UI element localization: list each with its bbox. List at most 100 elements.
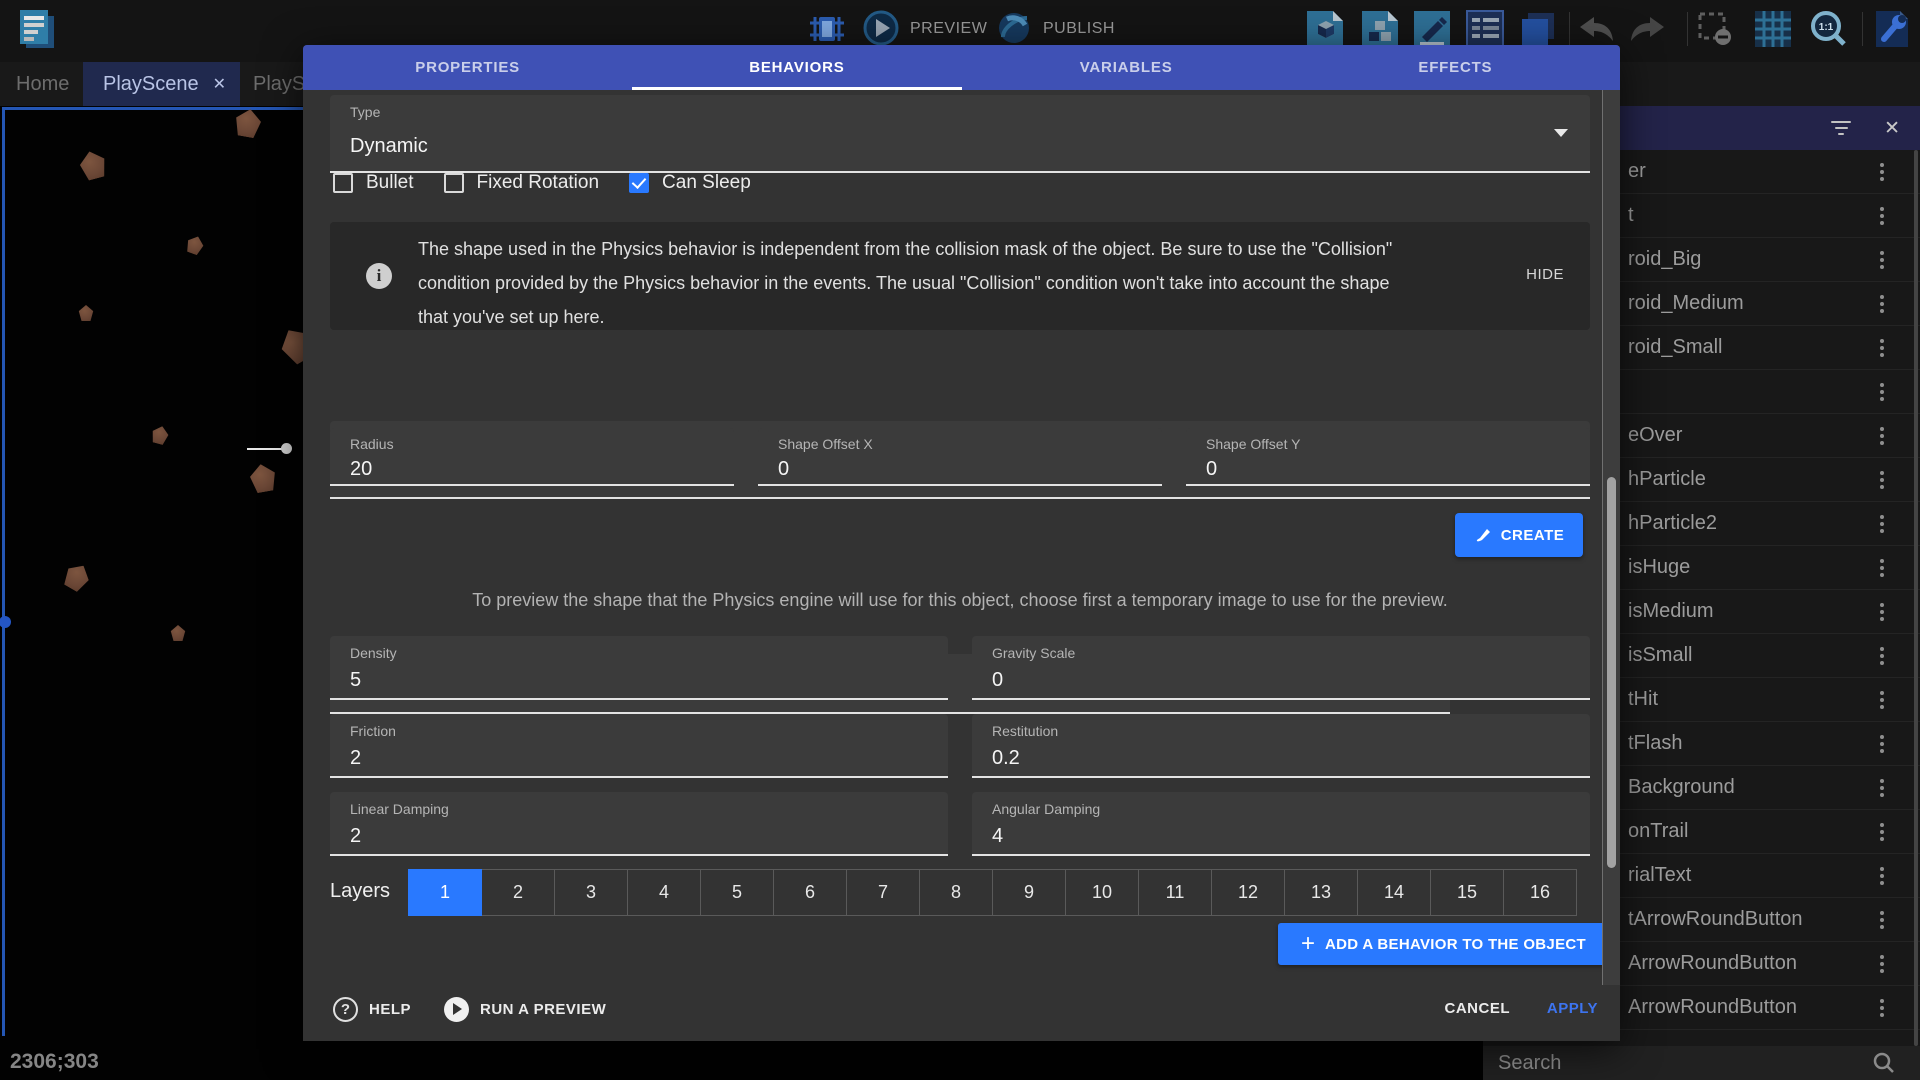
field-value: 2	[350, 747, 361, 770]
input-linear-damping[interactable]: Linear Damping2	[330, 792, 948, 856]
dialog-tab-variables[interactable]: VARIABLES	[962, 45, 1291, 90]
cancel-button[interactable]: CANCEL	[1445, 1000, 1511, 1017]
more-options-icon[interactable]	[1880, 735, 1884, 753]
measure-dot[interactable]	[281, 443, 292, 454]
redo-icon[interactable]	[1628, 14, 1666, 44]
checkbox-can-sleep[interactable]: Can Sleep	[629, 172, 751, 194]
preview-button[interactable]: PREVIEW	[910, 20, 987, 38]
more-options-icon[interactable]	[1880, 955, 1884, 973]
tab-playscene[interactable]: PlayScene ✕	[83, 62, 240, 106]
more-options-icon[interactable]	[1880, 867, 1884, 885]
dialog-tab-effects[interactable]: EFFECTS	[1291, 45, 1620, 90]
checkbox-box-fixed-rotation[interactable]	[444, 173, 464, 193]
help-icon[interactable]: ?	[333, 997, 358, 1022]
layers-icon[interactable]	[1518, 9, 1558, 49]
more-options-icon[interactable]	[1880, 383, 1884, 401]
more-options-icon[interactable]	[1880, 911, 1884, 929]
more-options-icon[interactable]	[1880, 559, 1884, 577]
field-label: Density	[350, 645, 397, 661]
more-options-icon[interactable]	[1880, 427, 1884, 445]
layer-button-11[interactable]: 11	[1138, 869, 1212, 916]
search-input[interactable]	[1496, 1051, 1840, 1076]
layer-button-8[interactable]: 8	[919, 869, 993, 916]
preview-play-icon[interactable]	[862, 9, 900, 47]
input-gravity-scale[interactable]: Gravity Scale0	[972, 636, 1590, 700]
layer-button-6[interactable]: 6	[773, 869, 847, 916]
grid-icon[interactable]	[1753, 9, 1793, 49]
layer-button-10[interactable]: 10	[1065, 869, 1139, 916]
search-icon	[1872, 1051, 1896, 1075]
layer-button-5[interactable]: 5	[700, 869, 774, 916]
zoom-one-to-one-icon[interactable]: 1:1	[1808, 9, 1848, 49]
publish-button[interactable]: PUBLISH	[1043, 20, 1115, 38]
edit-pencil-icon[interactable]	[1412, 9, 1452, 49]
more-options-icon[interactable]	[1880, 779, 1884, 797]
selection-handle[interactable]	[0, 616, 11, 628]
scene-cube-icon[interactable]	[1305, 9, 1345, 49]
apply-button[interactable]: APPLY	[1547, 1000, 1598, 1017]
layer-button-1[interactable]: 1	[408, 869, 482, 916]
more-options-icon[interactable]	[1880, 823, 1884, 841]
more-options-icon[interactable]	[1880, 647, 1884, 665]
events-sheet-icon[interactable]	[1465, 9, 1505, 49]
layer-button-4[interactable]: 4	[627, 869, 701, 916]
more-options-icon[interactable]	[1880, 515, 1884, 533]
layer-button-12[interactable]: 12	[1211, 869, 1285, 916]
layer-button-2[interactable]: 2	[481, 869, 555, 916]
tab-playscene-events[interactable]: PlayS	[253, 62, 305, 106]
layer-button-3[interactable]: 3	[554, 869, 628, 916]
more-options-icon[interactable]	[1880, 207, 1884, 225]
dialog-tab-properties[interactable]: PROPERTIES	[303, 45, 632, 90]
dialog-tab-behaviors[interactable]: BEHAVIORS	[632, 45, 961, 90]
more-options-icon[interactable]	[1880, 603, 1884, 621]
filter-icon[interactable]	[1830, 121, 1852, 135]
more-options-icon[interactable]	[1880, 251, 1884, 269]
create-button[interactable]: CREATE	[1455, 513, 1583, 557]
input-density[interactable]: Density5	[330, 636, 948, 700]
layer-button-9[interactable]: 9	[992, 869, 1066, 916]
asteroid-sprite	[149, 424, 171, 446]
checkbox-label: Fixed Rotation	[477, 172, 600, 194]
input-friction[interactable]: Friction2	[330, 714, 948, 778]
layer-button-13[interactable]: 13	[1284, 869, 1358, 916]
add-behavior-button[interactable]: + ADD A BEHAVIOR TO THE OBJECT	[1278, 923, 1609, 965]
tab-close-icon[interactable]: ✕	[213, 74, 226, 94]
more-options-icon[interactable]	[1880, 295, 1884, 313]
more-options-icon[interactable]	[1880, 471, 1884, 489]
undo-icon[interactable]	[1578, 14, 1616, 44]
run-preview-button[interactable]: RUN A PREVIEW	[480, 1001, 606, 1018]
layer-button-14[interactable]: 14	[1357, 869, 1431, 916]
layer-button-7[interactable]: 7	[846, 869, 920, 916]
input-shape-offset-y[interactable]: Shape Offset Y0	[1186, 428, 1590, 486]
close-icon[interactable]: ✕	[1884, 117, 1900, 140]
project-settings-wrench-icon[interactable]	[1872, 9, 1912, 49]
more-options-icon[interactable]	[1880, 999, 1884, 1017]
deselect-icon[interactable]	[1697, 11, 1733, 47]
input-restitution[interactable]: Restitution0.2	[972, 714, 1590, 778]
checkbox-box-bullet[interactable]	[333, 173, 353, 193]
info-icon: i	[366, 263, 392, 289]
objects-icon[interactable]	[1360, 9, 1400, 49]
hide-button[interactable]: HIDE	[1526, 266, 1564, 283]
checkbox-bullet[interactable]: Bullet	[333, 172, 414, 194]
checkbox-fixed-rotation[interactable]: Fixed Rotation	[444, 172, 600, 194]
dialog-scrollbar-thumb[interactable]	[1607, 477, 1616, 868]
layer-button-15[interactable]: 15	[1430, 869, 1504, 916]
more-options-icon[interactable]	[1880, 339, 1884, 357]
type-dropdown[interactable]: Type Dynamic	[330, 95, 1590, 173]
input-angular-damping[interactable]: Angular Damping4	[972, 792, 1590, 856]
debug-icon[interactable]	[808, 11, 846, 47]
layer-button-16[interactable]: 16	[1503, 869, 1577, 916]
input-shape-offset-x[interactable]: Shape Offset X0	[758, 428, 1162, 486]
tab-home[interactable]: Home	[16, 62, 69, 106]
run-preview-icon[interactable]	[444, 997, 469, 1022]
field-value: 0.2	[992, 747, 1020, 770]
help-button[interactable]: HELP	[369, 1001, 411, 1018]
project-manager-icon[interactable]	[14, 6, 60, 52]
sidebar-scrollbar[interactable]	[1914, 150, 1918, 1046]
input-radius[interactable]: Radius20	[330, 428, 734, 486]
more-options-icon[interactable]	[1880, 163, 1884, 181]
publish-globe-icon[interactable]	[995, 9, 1033, 47]
checkbox-box-can-sleep[interactable]	[629, 173, 649, 193]
more-options-icon[interactable]	[1880, 691, 1884, 709]
